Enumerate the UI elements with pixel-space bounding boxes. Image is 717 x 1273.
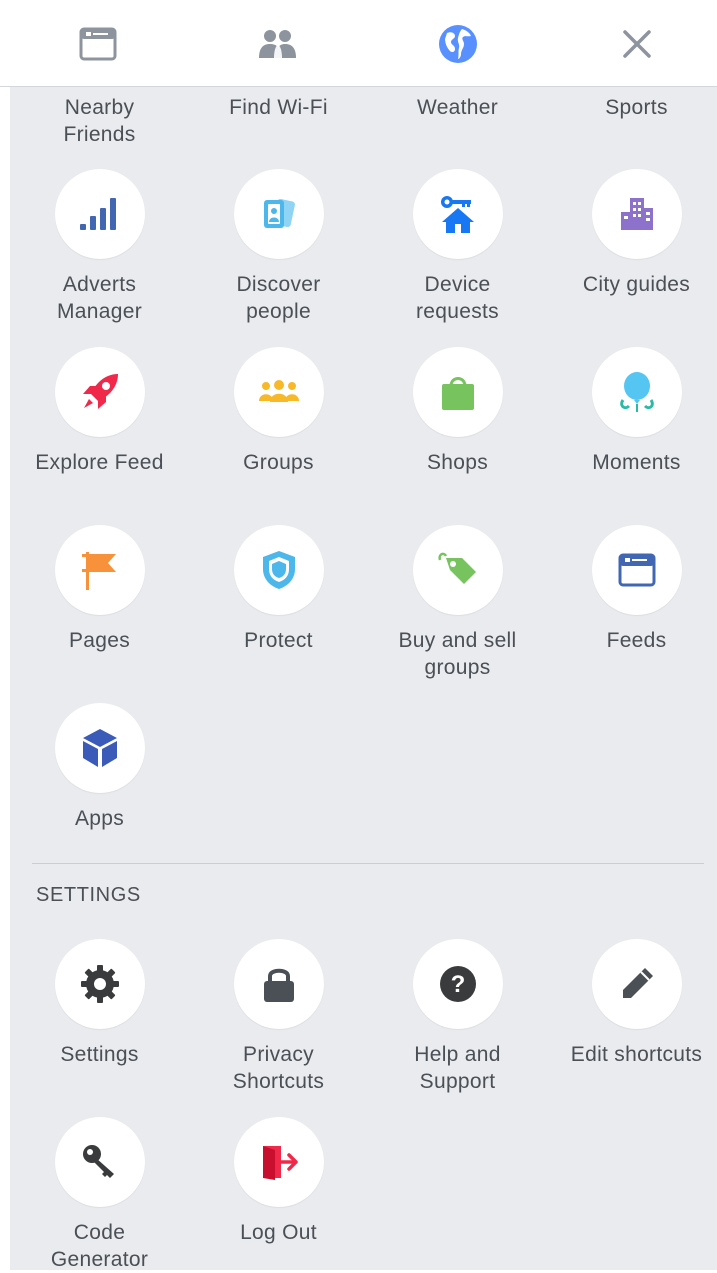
shortcut-label: Explore Feed	[35, 451, 164, 474]
shortcut-buy-and-sell-groups[interactable]: Buy and sell groups	[368, 525, 547, 681]
shortcut-icon-circle	[233, 347, 324, 437]
shield-icon	[262, 551, 295, 589]
shortcut-icon-circle	[591, 525, 682, 615]
question-icon: ?	[439, 966, 476, 1002]
shortcut-label: Find Wi-Fi	[229, 96, 328, 119]
key-icon	[82, 1145, 114, 1178]
shortcut-label: Weather	[416, 96, 499, 119]
shortcut-discover-people[interactable]: Discover people	[189, 169, 368, 325]
shortcut-icon-circle	[54, 1117, 145, 1207]
shortcut-icon-circle	[54, 169, 145, 259]
shortcut-shops[interactable]: Shops	[368, 347, 547, 476]
shortcut-label: Apps	[74, 807, 125, 830]
shortcut-pages[interactable]: Pages	[10, 525, 189, 654]
tab-friends[interactable]	[248, 16, 308, 72]
shortcut-icon-circle	[412, 169, 503, 259]
bar-chart-icon	[79, 198, 116, 230]
friends-icon	[259, 30, 296, 58]
shortcut-weather[interactable]: Weather	[368, 94, 547, 121]
settings-item-help-and-support[interactable]: ? Help and Support	[368, 939, 547, 1095]
shortcut-icon-circle	[233, 1117, 324, 1207]
shortcut-apps[interactable]: Apps	[10, 703, 189, 832]
shortcut-label: Discover people	[236, 273, 321, 323]
shortcut-label: Pages	[68, 629, 131, 652]
shortcut-label: Feeds	[606, 629, 667, 652]
settings-item-privacy-shortcuts[interactable]: Privacy Shortcuts	[189, 939, 368, 1095]
cube-icon	[82, 729, 117, 767]
shortcut-label: Device requests	[416, 273, 499, 323]
tab-notifications-globe[interactable]	[428, 16, 488, 72]
settings-section-heading: SETTINGS	[36, 884, 141, 906]
shortcut-icon-circle	[233, 939, 324, 1029]
svg-text:?: ?	[450, 971, 465, 998]
rocket-icon	[82, 374, 118, 409]
shortcut-label: Adverts Manager	[57, 273, 142, 323]
shortcut-label: Privacy Shortcuts	[232, 1043, 325, 1093]
shortcut-feeds[interactable]: Feeds	[547, 525, 717, 654]
shortcut-label: Sports	[605, 96, 668, 119]
lock-icon	[263, 968, 294, 1002]
shortcut-label: Code Generator	[50, 1221, 149, 1271]
gear-icon	[80, 965, 119, 1003]
shopping-bag-icon	[441, 377, 474, 410]
shortcut-icon-circle	[54, 347, 145, 437]
shortcut-protect[interactable]: Protect	[189, 525, 368, 654]
shortcut-icon-circle	[591, 169, 682, 259]
shortcut-moments[interactable]: Moments	[547, 347, 717, 476]
shortcut-label: Settings	[60, 1043, 139, 1066]
shortcut-icon-circle: ?	[412, 939, 503, 1029]
shortcut-find-wifi[interactable]: Find Wi-Fi	[189, 94, 368, 121]
shortcut-icon-circle	[412, 525, 503, 615]
flag-icon	[81, 552, 116, 590]
globe-icon	[439, 25, 477, 63]
shortcut-icon-circle	[54, 703, 145, 793]
shortcut-device-requests[interactable]: Device requests	[368, 169, 547, 325]
price-tag-icon	[437, 552, 476, 584]
balloon-icon	[619, 372, 654, 412]
shortcut-label: Edit shortcuts	[570, 1043, 703, 1066]
shortcut-groups[interactable]: Groups	[189, 347, 368, 476]
shortcut-icon-circle	[54, 525, 145, 615]
shortcut-explore-feed[interactable]: Explore Feed	[10, 347, 189, 476]
shortcut-icon-circle	[591, 347, 682, 437]
logout-icon	[262, 1146, 298, 1180]
contact-cards-icon	[263, 198, 295, 228]
settings-item-log-out[interactable]: Log Out	[189, 1117, 368, 1246]
close-icon	[623, 30, 651, 58]
shortcut-label: Shops	[426, 451, 489, 474]
pencil-icon	[622, 968, 653, 998]
shortcut-label: Help and Support	[414, 1043, 501, 1093]
settings-item-settings[interactable]: Settings	[10, 939, 189, 1068]
feeds-icon	[618, 553, 655, 587]
feed-icon	[79, 27, 117, 61]
shortcut-icon-circle	[591, 939, 682, 1029]
top-tab-bar	[0, 0, 717, 87]
shortcut-label: Protect	[244, 629, 313, 652]
settings-item-edit-shortcuts[interactable]: Edit shortcuts	[547, 939, 717, 1068]
shortcut-adverts-manager[interactable]: Adverts Manager	[10, 169, 189, 325]
shortcut-nearby-friends[interactable]: Nearby Friends	[10, 94, 189, 148]
group-people-icon	[258, 380, 299, 402]
shortcut-icon-circle	[54, 939, 145, 1029]
city-buildings-icon	[620, 198, 653, 230]
close-button[interactable]	[607, 16, 667, 72]
section-divider	[32, 863, 704, 864]
shortcut-sports[interactable]: Sports	[547, 94, 717, 121]
shortcut-city-guides[interactable]: City guides	[547, 169, 717, 298]
shortcuts-panel: Nearby Friends Find Wi-Fi Weather Sports …	[10, 87, 717, 1273]
shortcut-label: Nearby Friends	[63, 96, 136, 146]
house-key-icon	[440, 196, 474, 233]
shortcut-icon-circle	[233, 169, 324, 259]
shortcut-label: Log Out	[240, 1221, 317, 1244]
shortcut-icon-circle	[233, 525, 324, 615]
shortcut-label: Groups	[243, 451, 314, 474]
settings-item-code-generator[interactable]: Code Generator	[10, 1117, 189, 1273]
shortcut-label: Moments	[592, 451, 681, 474]
shortcut-label: Buy and sell groups	[398, 629, 517, 679]
tab-news-feed[interactable]	[68, 16, 128, 72]
shortcut-icon-circle	[412, 347, 503, 437]
shortcut-label: City guides	[582, 273, 691, 296]
